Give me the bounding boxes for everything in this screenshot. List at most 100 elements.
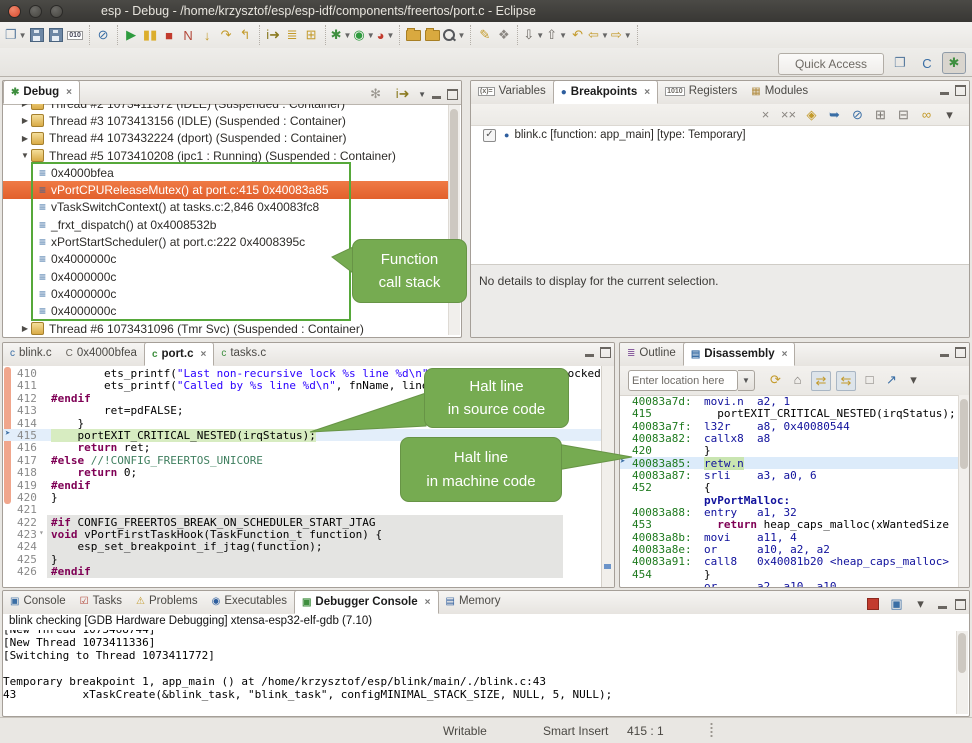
binary-view-icon[interactable]: 010	[67, 26, 84, 44]
remove-all-breakpoints-icon[interactable]: ××	[780, 106, 797, 124]
collapse-all-icon[interactable]: ⊟	[895, 106, 912, 124]
display-selected-console-icon[interactable]: ▣	[888, 595, 905, 613]
open-new-view-icon[interactable]: □	[861, 371, 878, 389]
location-input[interactable]: Enter location here	[628, 370, 738, 391]
search-icon[interactable]: ▼	[443, 26, 465, 44]
instruction-stepping-icon[interactable]: i➜	[394, 85, 411, 103]
window-close-button[interactable]	[8, 5, 21, 18]
remove-all-terminated-icon[interactable]: ✻	[367, 85, 384, 103]
stack-frame-row[interactable]: ≡0x4000bfea	[3, 164, 449, 181]
minimize-icon[interactable]	[940, 92, 949, 95]
thread-row[interactable]: ▶Thread #2 1073411372 (IDLE) (Suspended …	[3, 104, 449, 112]
maximize-icon[interactable]	[600, 347, 611, 358]
tab-debug[interactable]: ✱Debug×	[3, 80, 80, 104]
overview-ruler[interactable]	[601, 366, 614, 587]
step-into-icon[interactable]: ↓	[199, 26, 216, 44]
maximize-icon[interactable]	[955, 599, 966, 610]
tab-close-icon[interactable]: ×	[644, 87, 650, 98]
console-output[interactable]: [New Thread 1073468744][New Thread 10734…	[3, 630, 957, 715]
maximize-icon[interactable]	[955, 347, 966, 358]
quick-access-button[interactable]: Quick Access	[778, 53, 884, 75]
tab-tasks[interactable]: ☑Tasks	[73, 590, 129, 612]
tab-variables[interactable]: (x)=Variables	[471, 80, 553, 102]
window-maximize-button[interactable]	[50, 5, 63, 18]
tab-registers[interactable]: 1010Registers	[658, 80, 744, 102]
home-icon[interactable]: ⌂	[789, 371, 806, 389]
disassembly-scrollbar[interactable]	[958, 395, 969, 587]
tab-executables[interactable]: ◉Executables	[205, 590, 294, 612]
skip-all-breakpoints-icon[interactable]: ⊘	[849, 106, 866, 124]
thread-row[interactable]: ▶Thread #4 1073432224 (dport) (Suspended…	[3, 130, 449, 147]
tab-debugger-console[interactable]: ▣Debugger Console×	[294, 590, 439, 614]
remove-selected-breakpoints-icon[interactable]: ×	[757, 106, 774, 124]
open-type-icon[interactable]	[405, 26, 422, 44]
tab-blink-c[interactable]: cblink.c	[3, 342, 59, 364]
stack-frame-row[interactable]: ≡vTaskSwitchContext() at tasks.c:2,846 0…	[3, 199, 449, 216]
tab-0x4000bfea[interactable]: C0x4000bfea	[59, 342, 144, 364]
show-breakpoints-supported-icon[interactable]: ◈	[803, 106, 820, 124]
dropdown-arrow-icon[interactable]: ▼	[343, 31, 351, 40]
minimize-icon[interactable]	[938, 606, 947, 609]
minimize-icon[interactable]	[432, 96, 441, 99]
dropdown-arrow-icon[interactable]: ▼	[457, 31, 465, 40]
window-minimize-button[interactable]	[29, 5, 42, 18]
cpp-perspective-button[interactable]: C	[915, 52, 939, 74]
debug-icon[interactable]: ✱▼	[331, 26, 352, 44]
console-menu-icon[interactable]: ▾	[912, 595, 929, 613]
disconnect-icon[interactable]: N	[180, 26, 197, 44]
toggle-mark-occurrences-icon[interactable]: ✎	[476, 26, 493, 44]
annotations-icon[interactable]: ❖	[495, 26, 512, 44]
stack-frame-row[interactable]: ≡vPortCPUReleaseMutex() at port.c:415 0x…	[3, 181, 449, 198]
maximize-icon[interactable]	[447, 89, 458, 100]
console-scrollbar[interactable]	[956, 631, 968, 714]
stack-frame-row[interactable]: ≡0x4000000c	[3, 303, 449, 320]
dropdown-arrow-icon[interactable]: ▼	[601, 31, 609, 40]
expand-icon[interactable]: ▶	[19, 324, 31, 333]
external-tools-icon[interactable]: ◕▼	[377, 26, 395, 44]
dropdown-arrow-icon[interactable]: ▼	[19, 31, 27, 40]
next-annotation-icon[interactable]: ⇩▼	[523, 26, 544, 44]
tab-close-icon[interactable]: ×	[200, 349, 206, 360]
pin-view-icon[interactable]: ↗	[883, 371, 900, 389]
tab-tasks-c[interactable]: ctasks.c	[214, 342, 273, 364]
back-icon[interactable]: ⇦▼	[588, 26, 609, 44]
link-with-debug-view-icon[interactable]: ∞	[918, 106, 935, 124]
new-wizard-icon[interactable]: ❐▼	[5, 26, 27, 44]
view-menu-icon[interactable]: ▾	[941, 106, 958, 124]
tab-close-icon[interactable]: ×	[66, 87, 72, 98]
terminate-icon[interactable]: ■	[161, 26, 178, 44]
thread-row[interactable]: ▶Thread #3 1073413156 (IDLE) (Suspended …	[3, 112, 449, 129]
tab-port-c[interactable]: cport.c×	[144, 342, 214, 366]
thread-row[interactable]: ▼Thread #5 1073410208 (ipc1 : Running) (…	[3, 147, 449, 164]
debug-perspective-button[interactable]: ✱	[942, 52, 966, 74]
open-resource-icon[interactable]	[424, 26, 441, 44]
tab-problems[interactable]: ⚠Problems	[129, 590, 205, 612]
tab-outline[interactable]: ≣Outline	[620, 342, 683, 364]
use-step-filters-icon[interactable]: ⊞	[303, 26, 320, 44]
track-expression-icon[interactable]: ⇄	[811, 371, 831, 391]
breakpoint-entry[interactable]: ✓ ● blink.c [function: app_main] [type: …	[471, 127, 746, 143]
refresh-icon[interactable]: ⟳	[767, 371, 784, 389]
expand-icon[interactable]: ▶	[19, 104, 31, 108]
sync-with-active-context-icon[interactable]: ⇆	[836, 371, 856, 391]
view-menu-icon[interactable]: ▼	[418, 90, 426, 99]
fold-marker-icon[interactable]: ▾	[39, 528, 44, 537]
show-debug-elements-icon[interactable]: ≣	[284, 26, 301, 44]
dropdown-arrow-icon[interactable]: ▼	[536, 31, 544, 40]
dropdown-arrow-icon[interactable]: ▼	[367, 31, 375, 40]
tab-breakpoints[interactable]: ●Breakpoints×	[553, 80, 658, 104]
instruction-stepping-mode-icon[interactable]: i➜	[265, 26, 282, 44]
dropdown-arrow-icon[interactable]: ▼	[387, 31, 395, 40]
go-to-file-for-breakpoint-icon[interactable]: ➥	[826, 106, 843, 124]
open-perspective-button[interactable]: ❐	[888, 52, 912, 74]
resume-icon[interactable]: ▶	[123, 26, 140, 44]
stack-frame-row[interactable]: ≡_frxt_dispatch() at 0x4008532b	[3, 216, 449, 233]
tab-disassembly[interactable]: ▤Disassembly×	[683, 342, 796, 366]
minimize-icon[interactable]	[585, 354, 594, 357]
ruler-annotation-mark[interactable]	[604, 564, 611, 569]
location-dropdown-icon[interactable]: ▼	[738, 370, 755, 391]
maximize-icon[interactable]	[955, 85, 966, 96]
minimize-icon[interactable]	[940, 354, 949, 357]
tab-memory[interactable]: ▤Memory	[439, 590, 508, 612]
last-edit-location-icon[interactable]: ↶	[569, 26, 586, 44]
